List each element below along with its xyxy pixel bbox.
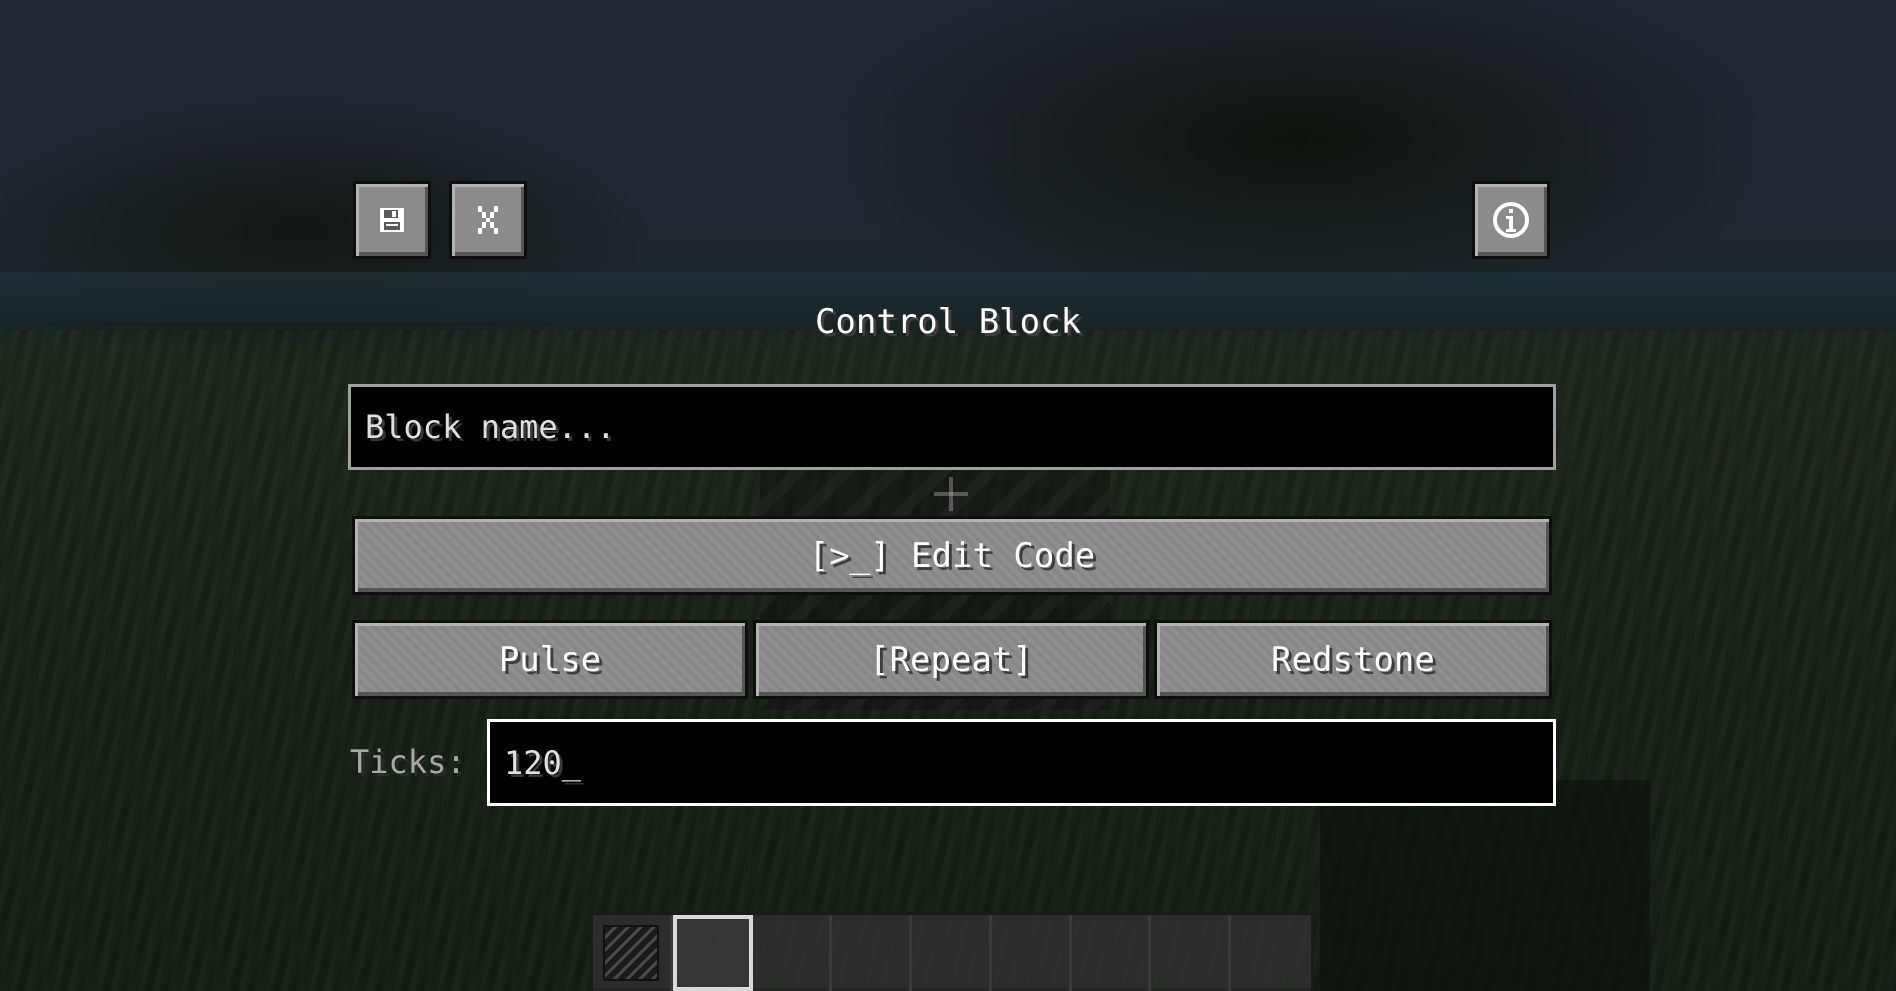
block-name-placeholder: Block name...	[365, 408, 616, 446]
close-button[interactable]	[449, 181, 527, 259]
crosshair-icon-vertical	[949, 477, 953, 511]
hotbar-slot-3[interactable]	[752, 915, 833, 991]
ticks-label: Ticks:	[350, 743, 466, 781]
ticks-input[interactable]: 120_	[487, 719, 1556, 806]
ticks-value: 120_	[504, 743, 582, 782]
save-button[interactable]	[353, 181, 431, 259]
x-close-icon	[478, 206, 498, 234]
hotbar-slot-8[interactable]	[1151, 915, 1232, 991]
info-button[interactable]	[1472, 181, 1550, 259]
hotbar-slot-5[interactable]	[912, 915, 992, 991]
edit-code-button[interactable]: [>_] Edit Code	[352, 516, 1552, 595]
floppy-disk-icon	[380, 208, 404, 232]
hotbar-slot-6[interactable]	[991, 915, 1072, 991]
repeat-mode-button[interactable]: [Repeat]	[753, 620, 1149, 699]
hotbar-slot-1[interactable]	[593, 915, 673, 991]
pulse-mode-button[interactable]: Pulse	[352, 620, 748, 699]
screen-title: Control Block	[814, 302, 1082, 342]
hotbar-slot-4[interactable]	[832, 915, 913, 991]
hotbar	[590, 912, 1314, 991]
info-icon	[1493, 202, 1529, 238]
redstone-mode-button[interactable]: Redstone	[1154, 620, 1552, 699]
hotbar-slot-2-selected[interactable]	[672, 915, 753, 991]
block-name-input[interactable]: Block name...	[348, 384, 1556, 470]
control-block-item-icon	[603, 925, 659, 981]
hotbar-slot-7[interactable]	[1071, 915, 1152, 991]
hotbar-slot-9[interactable]	[1231, 915, 1312, 991]
